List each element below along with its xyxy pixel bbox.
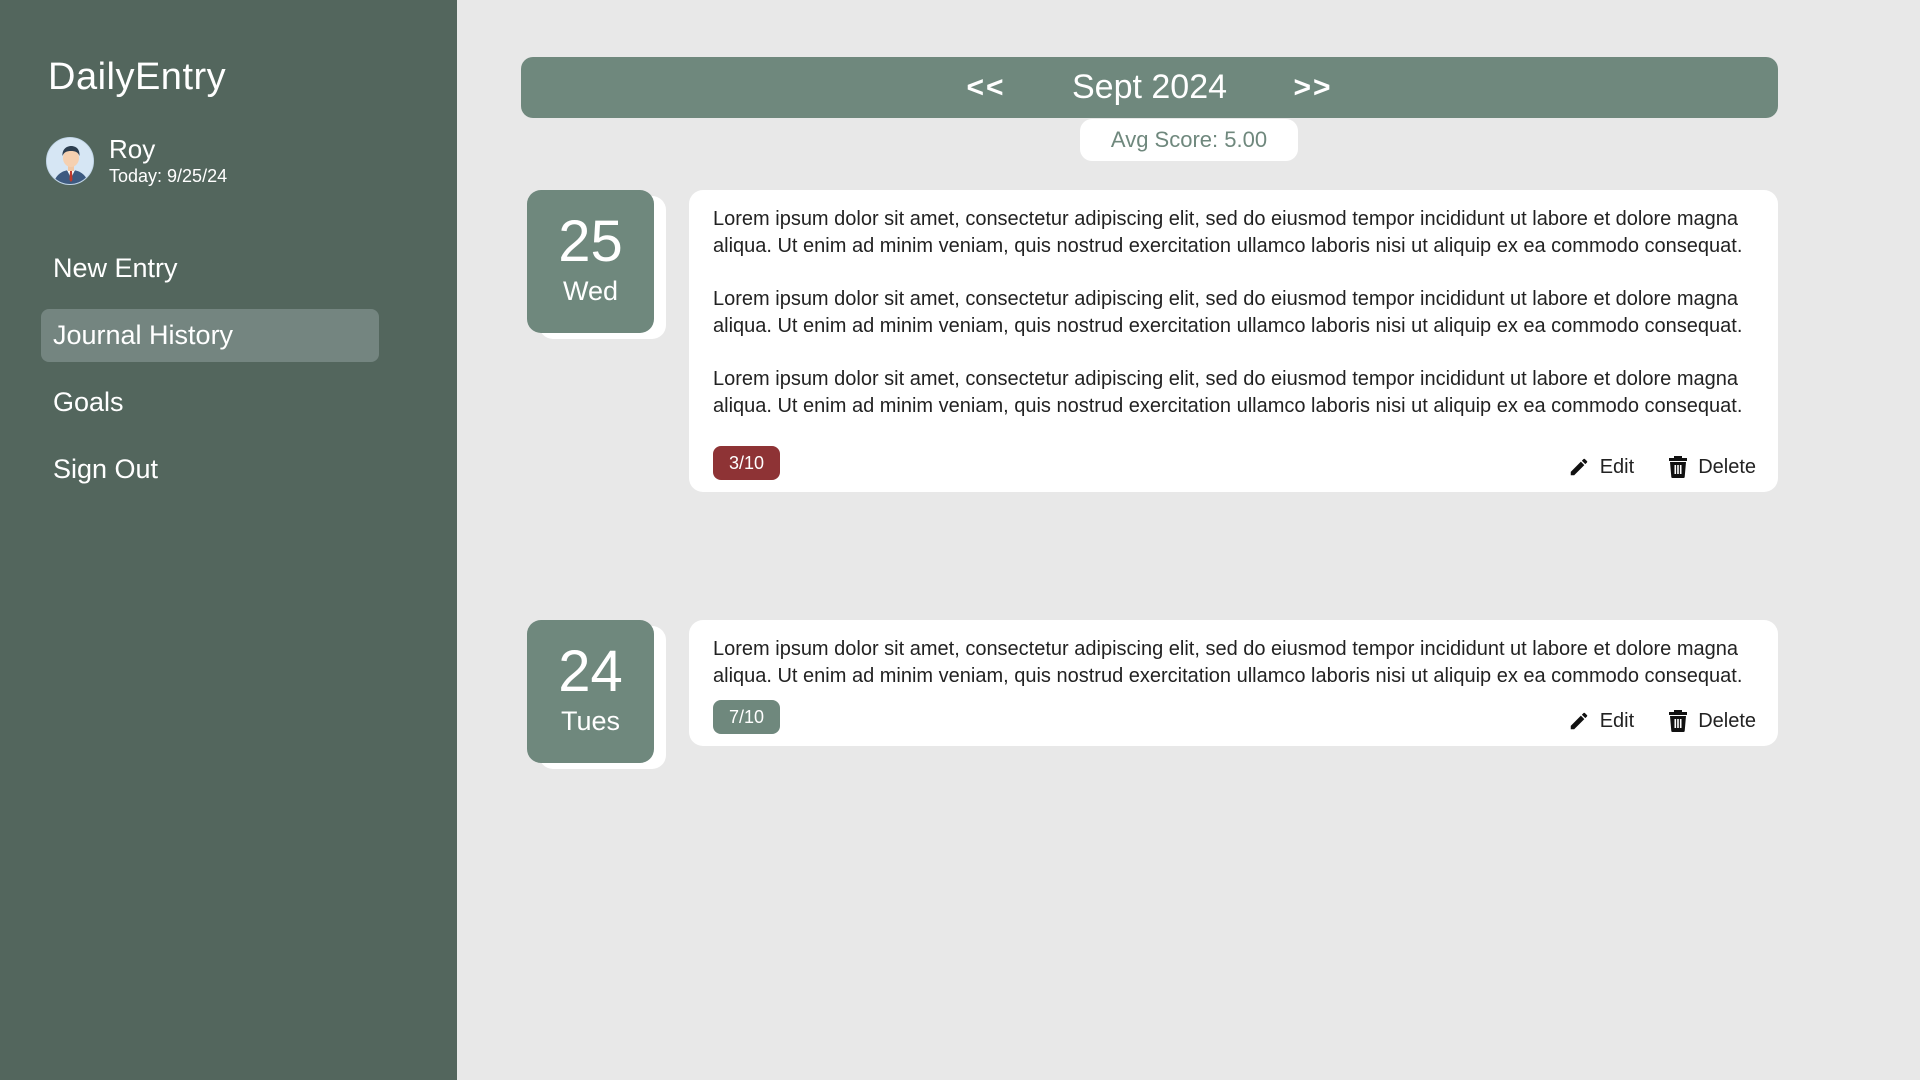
app-title: DailyEntry [48, 56, 227, 98]
avg-score-badge: Avg Score: 5.00 [1080, 119, 1298, 161]
score-badge: 3/10 [713, 446, 781, 480]
entry-text: Lorem ipsum dolor sit amet, consectetur … [713, 288, 1743, 337]
sidebar: DailyEntry Roy Today: 9/25/24 New Entry … [0, 0, 457, 1080]
trash-icon [1669, 456, 1688, 478]
delete-button[interactable]: Delete [1668, 456, 1756, 479]
nav-item-goals[interactable]: Goals [41, 376, 379, 429]
entry-text: Lorem ipsum dolor sit amet, consectetur … [713, 368, 1743, 417]
pencil-icon [1570, 458, 1587, 476]
entry-text: Lorem ipsum dolor sit amet, consectetur … [713, 208, 1743, 257]
user-profile: Roy Today: 9/25/24 [46, 134, 227, 187]
entry-day-number: 25 [558, 209, 623, 274]
month-label: Sept 2024 [1071, 68, 1228, 106]
avatar [46, 136, 94, 185]
nav-item-new-entry[interactable]: New Entry [41, 242, 379, 295]
entry-card: Lorem ipsum dolor sit amet, consectetur … [689, 190, 1778, 492]
edit-label: Edit [1599, 455, 1635, 478]
today-date: Today: 9/25/24 [109, 166, 228, 186]
entry-date-tile: 24 Tues [527, 620, 667, 771]
edit-label: Edit [1599, 709, 1635, 732]
nav-item-sign-out[interactable]: Sign Out [41, 443, 379, 496]
delete-label: Delete [1698, 455, 1756, 478]
delete-button[interactable]: Delete [1668, 710, 1756, 733]
entry-weekday: Wed [562, 276, 619, 306]
trash-icon [1669, 710, 1688, 732]
user-name: Roy [109, 134, 156, 164]
edit-button[interactable]: Edit [1568, 710, 1634, 733]
delete-label: Delete [1698, 709, 1756, 732]
entry-weekday: Tues [560, 706, 621, 736]
entry-date-tile: 25 Wed [527, 190, 667, 341]
score-badge: 7/10 [713, 700, 781, 734]
edit-button[interactable]: Edit [1568, 456, 1634, 479]
entry-day-number: 24 [558, 639, 623, 704]
pencil-icon [1570, 712, 1587, 730]
month-navigation-bar: << Sept 2024 >> [521, 57, 1778, 118]
entry-card: Lorem ipsum dolor sit amet, consectetur … [689, 620, 1778, 746]
entry-text: Lorem ipsum dolor sit amet, consectetur … [713, 638, 1743, 687]
nav-item-journal-history[interactable]: Journal History [41, 309, 379, 362]
sidebar-nav: New Entry Journal History Goals Sign Out [41, 242, 379, 510]
next-month-button[interactable]: >> [1266, 71, 1361, 105]
prev-month-button[interactable]: << [938, 71, 1033, 105]
